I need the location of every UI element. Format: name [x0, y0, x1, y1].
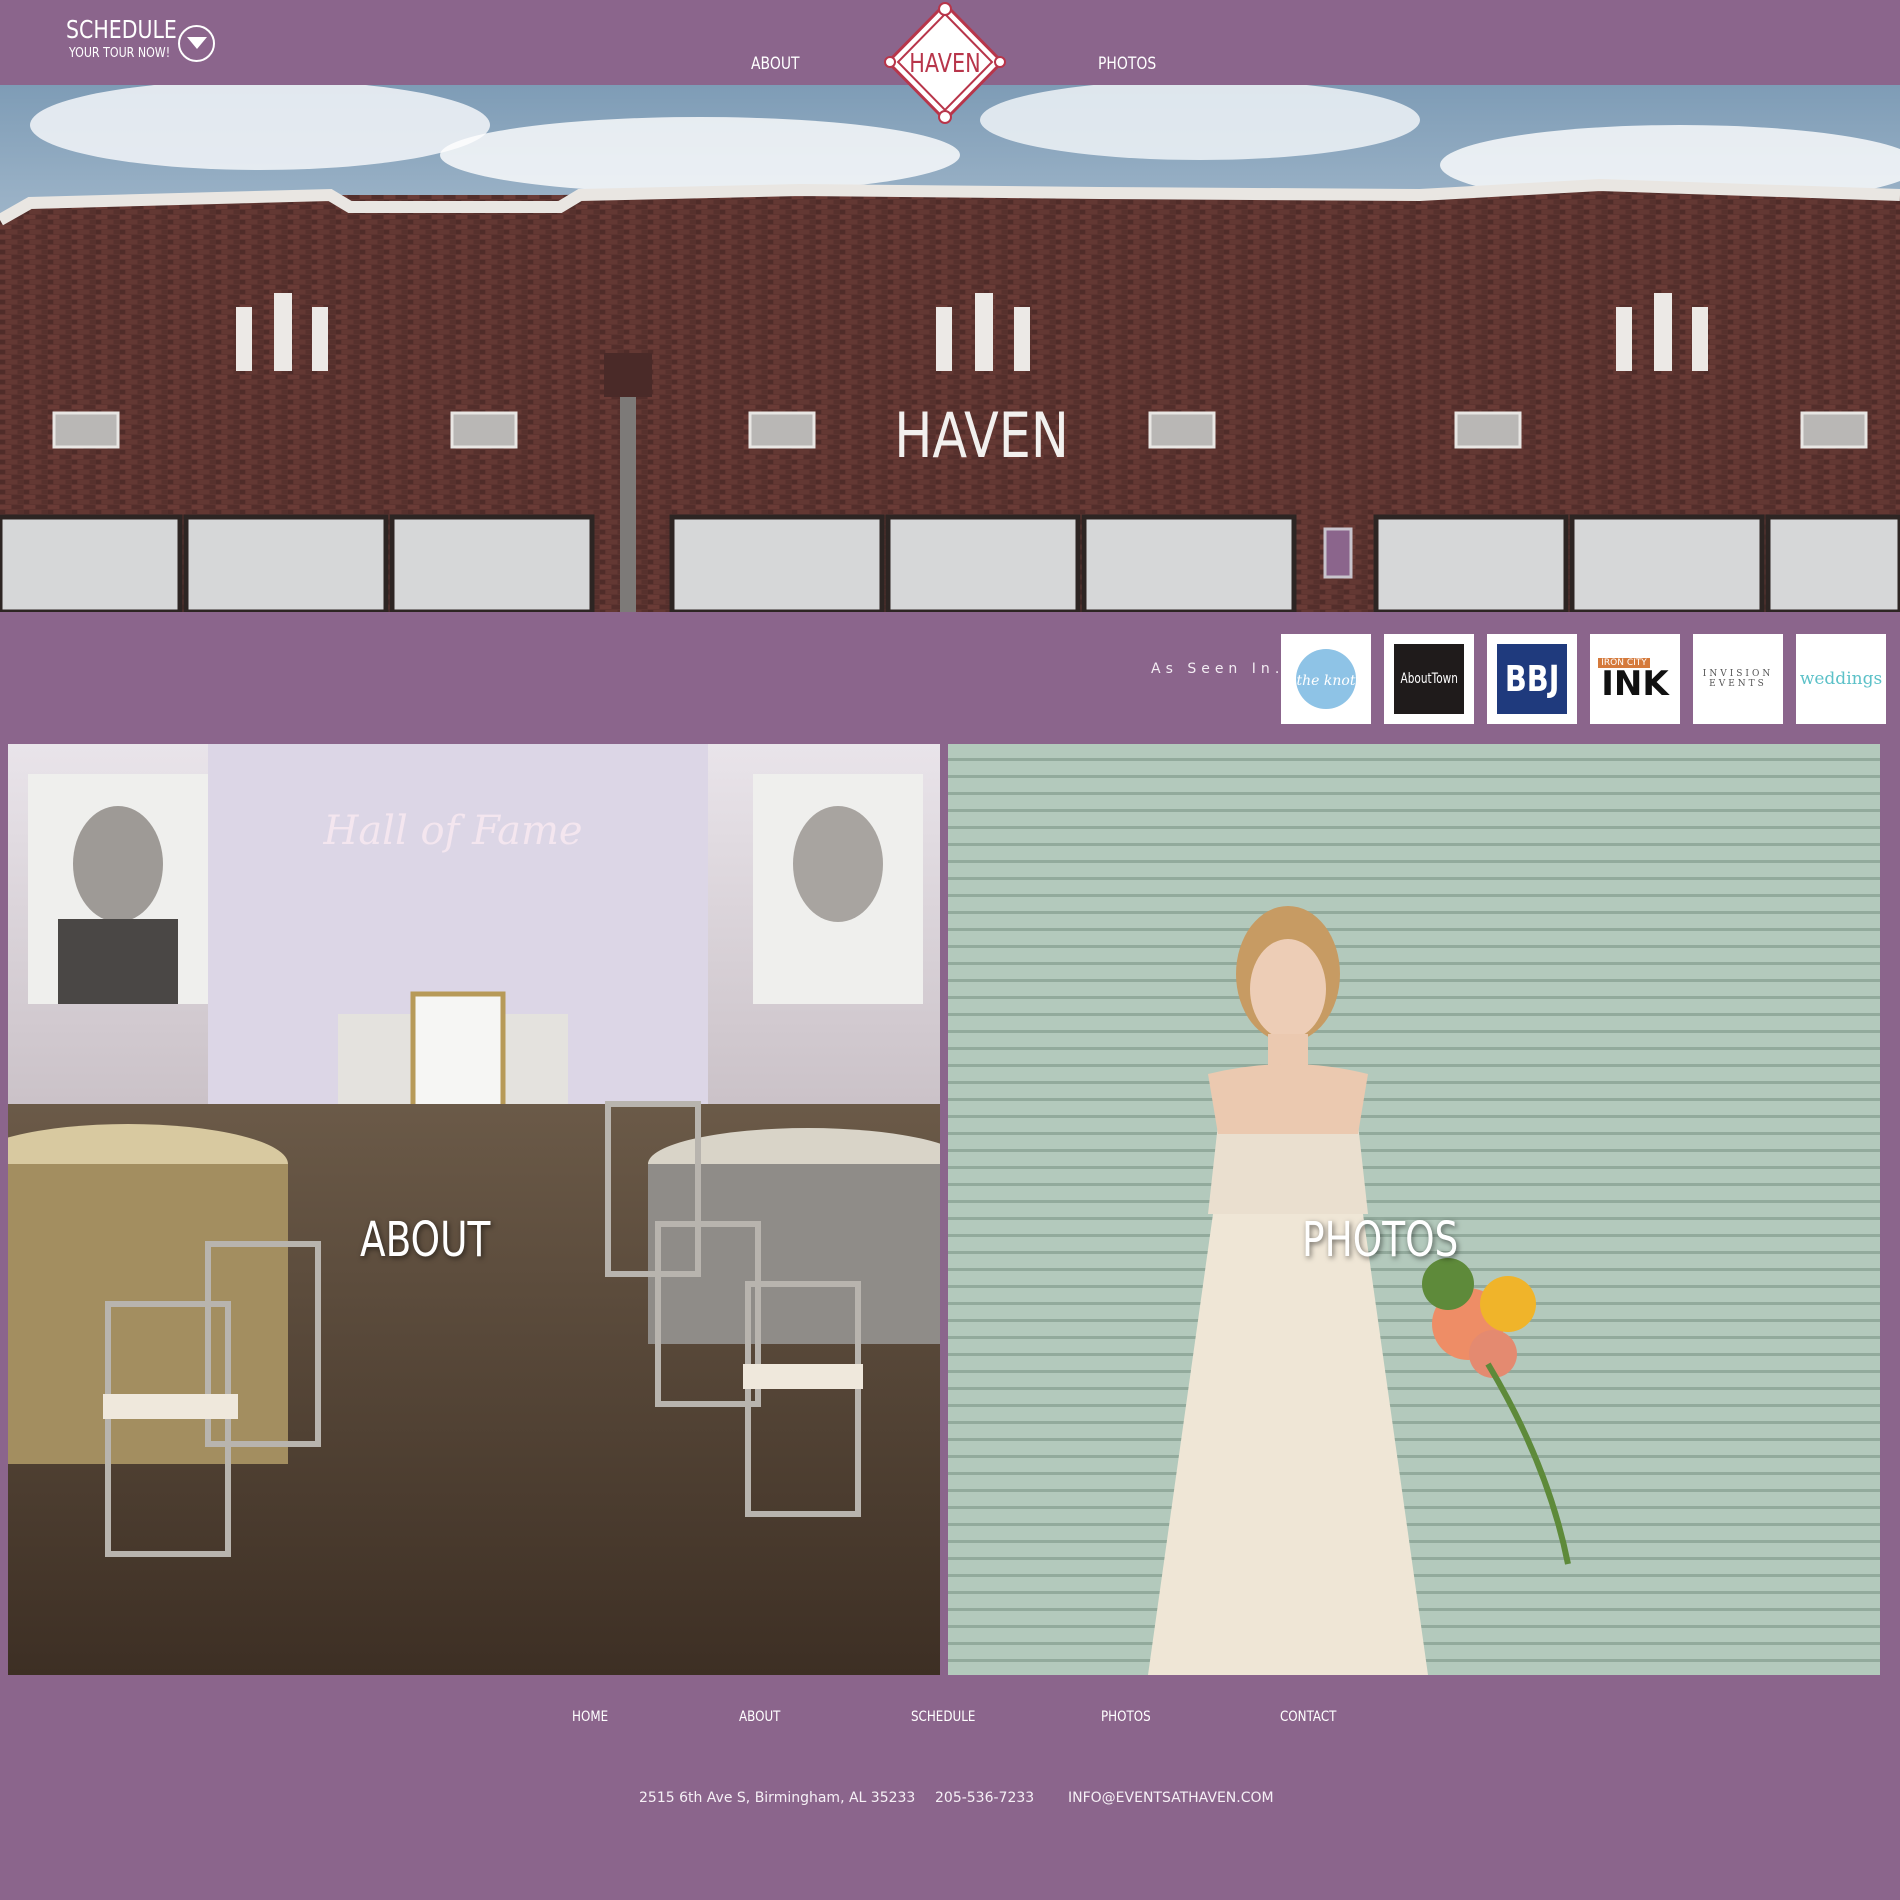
photos-tile[interactable]: PHOTOS [948, 744, 1880, 1675]
abouttown-text: AboutTown [1400, 671, 1458, 687]
photos-tile-label: PHOTOS [1302, 1212, 1459, 1268]
hero-building-image: HAVEN [0, 85, 1900, 612]
footer-phone[interactable]: 205-536-7233 [935, 1790, 1034, 1806]
press-logo-the-knot[interactable]: the knot [1281, 634, 1371, 724]
press-logo-abouttown[interactable]: AboutTown [1384, 634, 1474, 724]
footer-nav-schedule[interactable]: SCHEDULE [911, 1709, 975, 1725]
svg-text:the knot: the knot [1297, 673, 1356, 689]
as-seen-in-band: As Seen In… the knot AboutTown BBJ IRON … [0, 618, 1900, 736]
footer-address: 2515 6th Ave S, Birmingham, AL 35233 [639, 1790, 916, 1806]
events-text: EVENTS [1709, 679, 1767, 689]
ink-text: INK [1601, 664, 1669, 704]
footer-nav-photos[interactable]: PHOTOS [1101, 1709, 1151, 1725]
footer-nav-contact[interactable]: CONTACT [1280, 1709, 1336, 1725]
logo-text: HAVEN [909, 48, 980, 79]
about-tile[interactable]: Hall of Fame ABOUT [8, 744, 940, 1675]
footer-nav-about[interactable]: ABOUT [739, 1709, 780, 1725]
schedule-title: SCHEDULE [66, 15, 177, 44]
weddings-text: weddings [1799, 669, 1883, 689]
nav-photos[interactable]: PHOTOS [1098, 54, 1156, 74]
photos-bride-image [948, 744, 1880, 1675]
site-footer: HOME ABOUT SCHEDULE PHOTOS CONTACT 2515 … [0, 1682, 1900, 1900]
about-event-image: Hall of Fame [8, 744, 940, 1675]
bbj-text: BBJ [1504, 658, 1560, 700]
press-logo-bbj[interactable]: BBJ [1487, 634, 1577, 724]
building-sign: HAVEN [894, 400, 1069, 472]
footer-nav-home[interactable]: HOME [572, 1709, 608, 1725]
press-logo-weddings[interactable]: weddings [1796, 634, 1886, 724]
footer-email[interactable]: INFO@EVENTSATHAVEN.COM [1068, 1790, 1274, 1806]
the-knot-icon: the knot [1296, 649, 1356, 709]
press-logo-invision-events[interactable]: INVISION EVENTS [1693, 634, 1783, 724]
schedule-dropdown-button[interactable] [178, 25, 215, 62]
schedule-subtitle: YOUR TOUR NOW! [69, 46, 171, 61]
hall-of-fame-sign: Hall of Fame [322, 808, 582, 854]
about-tile-label: ABOUT [360, 1212, 491, 1268]
chevron-down-icon [187, 37, 207, 49]
nav-about[interactable]: ABOUT [751, 54, 800, 74]
press-logo-iron-city-ink[interactable]: IRON CITY INK [1590, 634, 1680, 724]
haven-logo[interactable]: HAVEN [882, 0, 1008, 128]
invision-text: INVISION [1702, 669, 1774, 679]
as-seen-in-label: As Seen In… [1151, 661, 1294, 677]
